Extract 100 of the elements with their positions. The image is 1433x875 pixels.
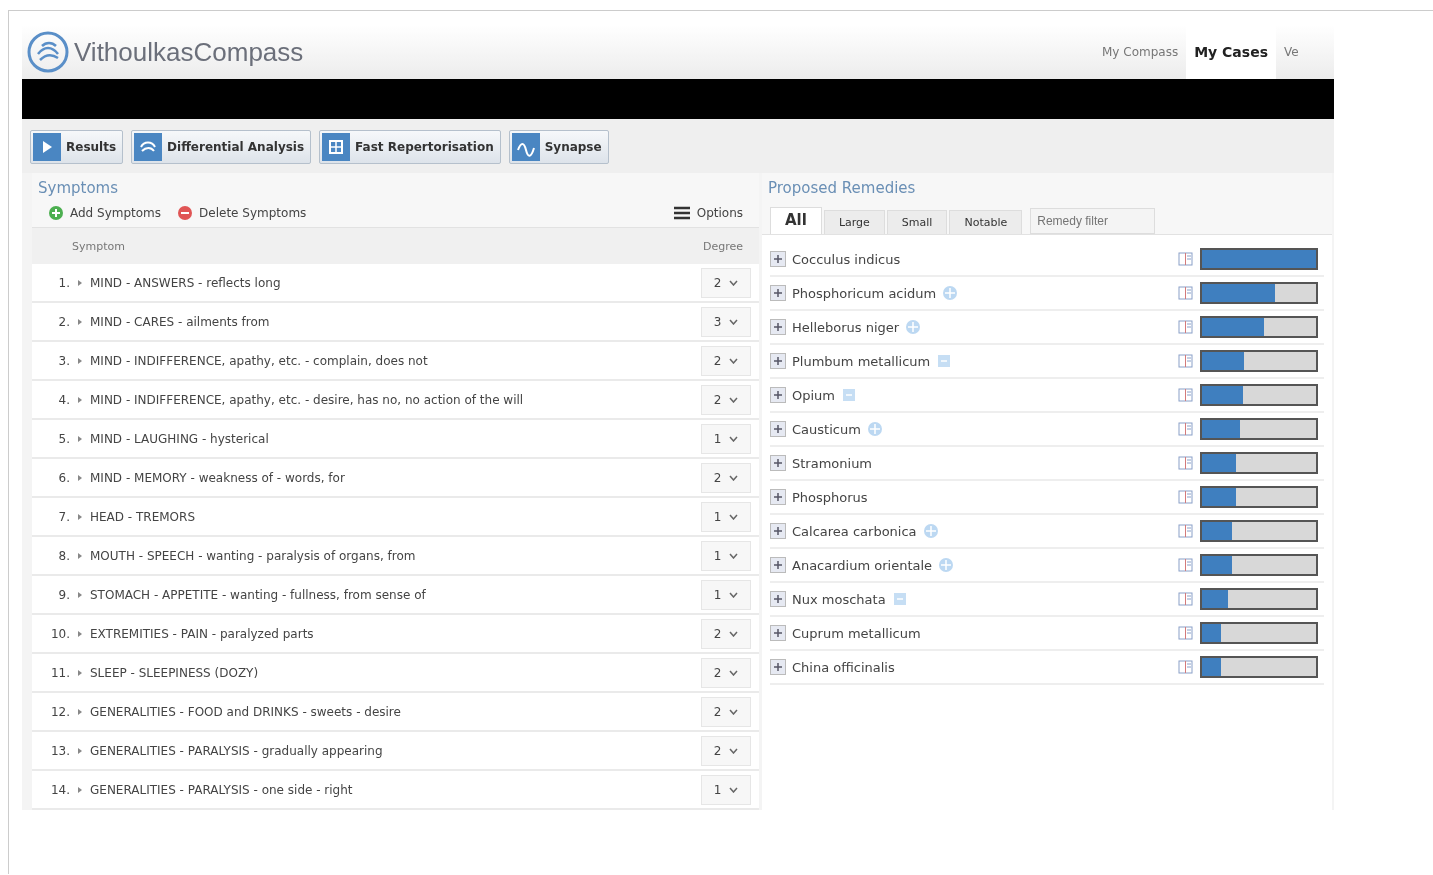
plus-circle-icon <box>866 421 883 437</box>
expand-icon[interactable] <box>76 707 84 716</box>
toolbar-button[interactable]: Fast Repertorisation <box>319 130 501 164</box>
symptom-text: GENERALITIES - FOOD and DRINKS - sweets - desire <box>90 704 401 719</box>
expand-icon[interactable] <box>76 395 84 404</box>
degree-dropdown[interactable]: 2 <box>701 267 751 298</box>
panel-title: Proposed Remedies <box>762 173 1332 207</box>
degree-dropdown[interactable]: 1 <box>701 501 751 532</box>
expand-icon[interactable] <box>770 319 786 335</box>
book-icon[interactable] <box>1178 557 1194 573</box>
expand-icon[interactable] <box>76 356 84 365</box>
filter-tab[interactable]: Large <box>823 210 885 234</box>
toolbar-button[interactable]: Synapse <box>508 130 609 164</box>
degree-dropdown[interactable]: 1 <box>701 774 751 805</box>
expand-icon[interactable] <box>76 434 84 443</box>
remedy-name: Plumbum metallicum <box>792 353 931 369</box>
caret-icon <box>729 630 739 637</box>
expand-icon[interactable] <box>770 285 786 301</box>
degree-dropdown[interactable]: 2 <box>701 462 751 493</box>
expand-icon[interactable] <box>770 591 786 607</box>
book-icon[interactable] <box>1178 659 1194 675</box>
row-number: 1. <box>57 275 70 290</box>
filter-tab[interactable]: All <box>770 207 822 234</box>
expand-icon[interactable] <box>76 785 84 794</box>
expand-icon[interactable] <box>76 278 84 287</box>
degree-dropdown[interactable]: 2 <box>701 384 751 415</box>
book-icon[interactable] <box>1178 421 1194 437</box>
book-icon[interactable] <box>1178 285 1194 301</box>
expand-icon[interactable] <box>76 746 84 755</box>
caret-icon <box>729 318 739 325</box>
book-icon[interactable] <box>1178 387 1194 403</box>
row-number: 12. <box>49 704 70 719</box>
symptom-text: MIND - CARES - ailments from <box>90 314 270 329</box>
caret-icon <box>729 552 739 559</box>
expand-icon[interactable] <box>770 421 786 437</box>
toolbar-button[interactable]: Differential Analysis <box>131 130 312 164</box>
expand-icon[interactable] <box>770 251 786 267</box>
degree-dropdown[interactable]: 2 <box>701 618 751 649</box>
filter-tab[interactable]: Notable <box>949 210 1023 234</box>
square-icon <box>891 591 908 607</box>
column-header: Symptom <box>72 239 125 253</box>
symptom-text: GENERALITIES - PARALYSIS - one side - right <box>90 782 353 797</box>
degree-dropdown[interactable]: 1 <box>701 579 751 610</box>
remedy-name: Phosphoricum acidum <box>792 285 937 301</box>
remedy-name: China officinalis <box>792 659 895 675</box>
expand-icon[interactable] <box>770 455 786 471</box>
nav-tab[interactable]: My Compass <box>1094 25 1187 79</box>
degree-dropdown[interactable]: 2 <box>701 345 751 376</box>
book-icon[interactable] <box>1178 353 1194 369</box>
degree-dropdown[interactable]: 2 <box>701 696 751 727</box>
expand-icon[interactable] <box>76 668 84 677</box>
expand-icon[interactable] <box>770 523 786 539</box>
symptom-text: MIND - INDIFFERENCE, apathy, etc. - desire, has no, no action of the will <box>90 392 524 407</box>
expand-icon[interactable] <box>770 353 786 369</box>
book-icon[interactable] <box>1178 251 1194 267</box>
remedy-name: Stramonium <box>792 455 873 471</box>
symptom-text: MIND - INDIFFERENCE, apathy, etc. - complain, does not <box>90 353 428 368</box>
expand-icon[interactable] <box>770 659 786 675</box>
degree-dropdown[interactable]: 2 <box>701 657 751 688</box>
degree-dropdown[interactable]: 2 <box>701 735 751 766</box>
row-number: 11. <box>49 665 70 680</box>
caret-icon <box>729 279 739 286</box>
delete-symptoms-link[interactable]: Delete Symptoms <box>199 206 307 220</box>
symptom-text: GENERALITIES - PARALYSIS - gradually appearing <box>90 743 383 758</box>
expand-icon[interactable] <box>76 629 84 638</box>
degree-dropdown[interactable]: 3 <box>701 306 751 337</box>
expand-icon[interactable] <box>770 489 786 505</box>
nav-tab[interactable]: Ve <box>1276 25 1307 79</box>
add-symptoms-link[interactable]: Add Symptoms <box>70 206 162 220</box>
symptom-text: SLEEP - SLEEPINESS (DOZY) <box>90 665 259 680</box>
expand-icon[interactable] <box>770 625 786 641</box>
book-icon[interactable] <box>1178 489 1194 505</box>
book-icon[interactable] <box>1178 455 1194 471</box>
expand-icon[interactable] <box>770 557 786 573</box>
toolbar-button[interactable]: Results <box>30 130 124 164</box>
row-number: 6. <box>57 470 70 485</box>
book-icon[interactable] <box>1178 523 1194 539</box>
remedy-filter-field[interactable]: Remedy filter <box>1030 208 1156 234</box>
degree-dropdown[interactable]: 1 <box>701 540 751 571</box>
row-number: 5. <box>57 431 70 446</box>
expand-icon[interactable] <box>76 551 84 560</box>
book-icon[interactable] <box>1178 591 1194 607</box>
row-number: 2. <box>57 314 70 329</box>
expand-icon[interactable] <box>76 590 84 599</box>
row-number: 14. <box>49 782 70 797</box>
options-link[interactable]: Options <box>696 206 743 220</box>
book-icon[interactable] <box>1178 625 1194 641</box>
filter-tab[interactable]: Small <box>886 210 948 234</box>
symptom-text: MIND - MEMORY - weakness of - words, for <box>90 470 345 485</box>
expand-icon[interactable] <box>76 317 84 326</box>
symptom-text: STOMACH - APPETITE - wanting - fullness, from sense of <box>90 587 426 602</box>
symptom-text: MIND - LAUGHING - hysterical <box>90 431 269 446</box>
panel-title: Symptoms <box>32 173 759 201</box>
remedy-name: Cuprum metallicum <box>792 625 921 641</box>
expand-icon[interactable] <box>76 473 84 482</box>
book-icon[interactable] <box>1178 319 1194 335</box>
row-number: 9. <box>57 587 70 602</box>
expand-icon[interactable] <box>76 512 84 521</box>
expand-icon[interactable] <box>770 387 786 403</box>
degree-dropdown[interactable]: 1 <box>701 423 751 454</box>
